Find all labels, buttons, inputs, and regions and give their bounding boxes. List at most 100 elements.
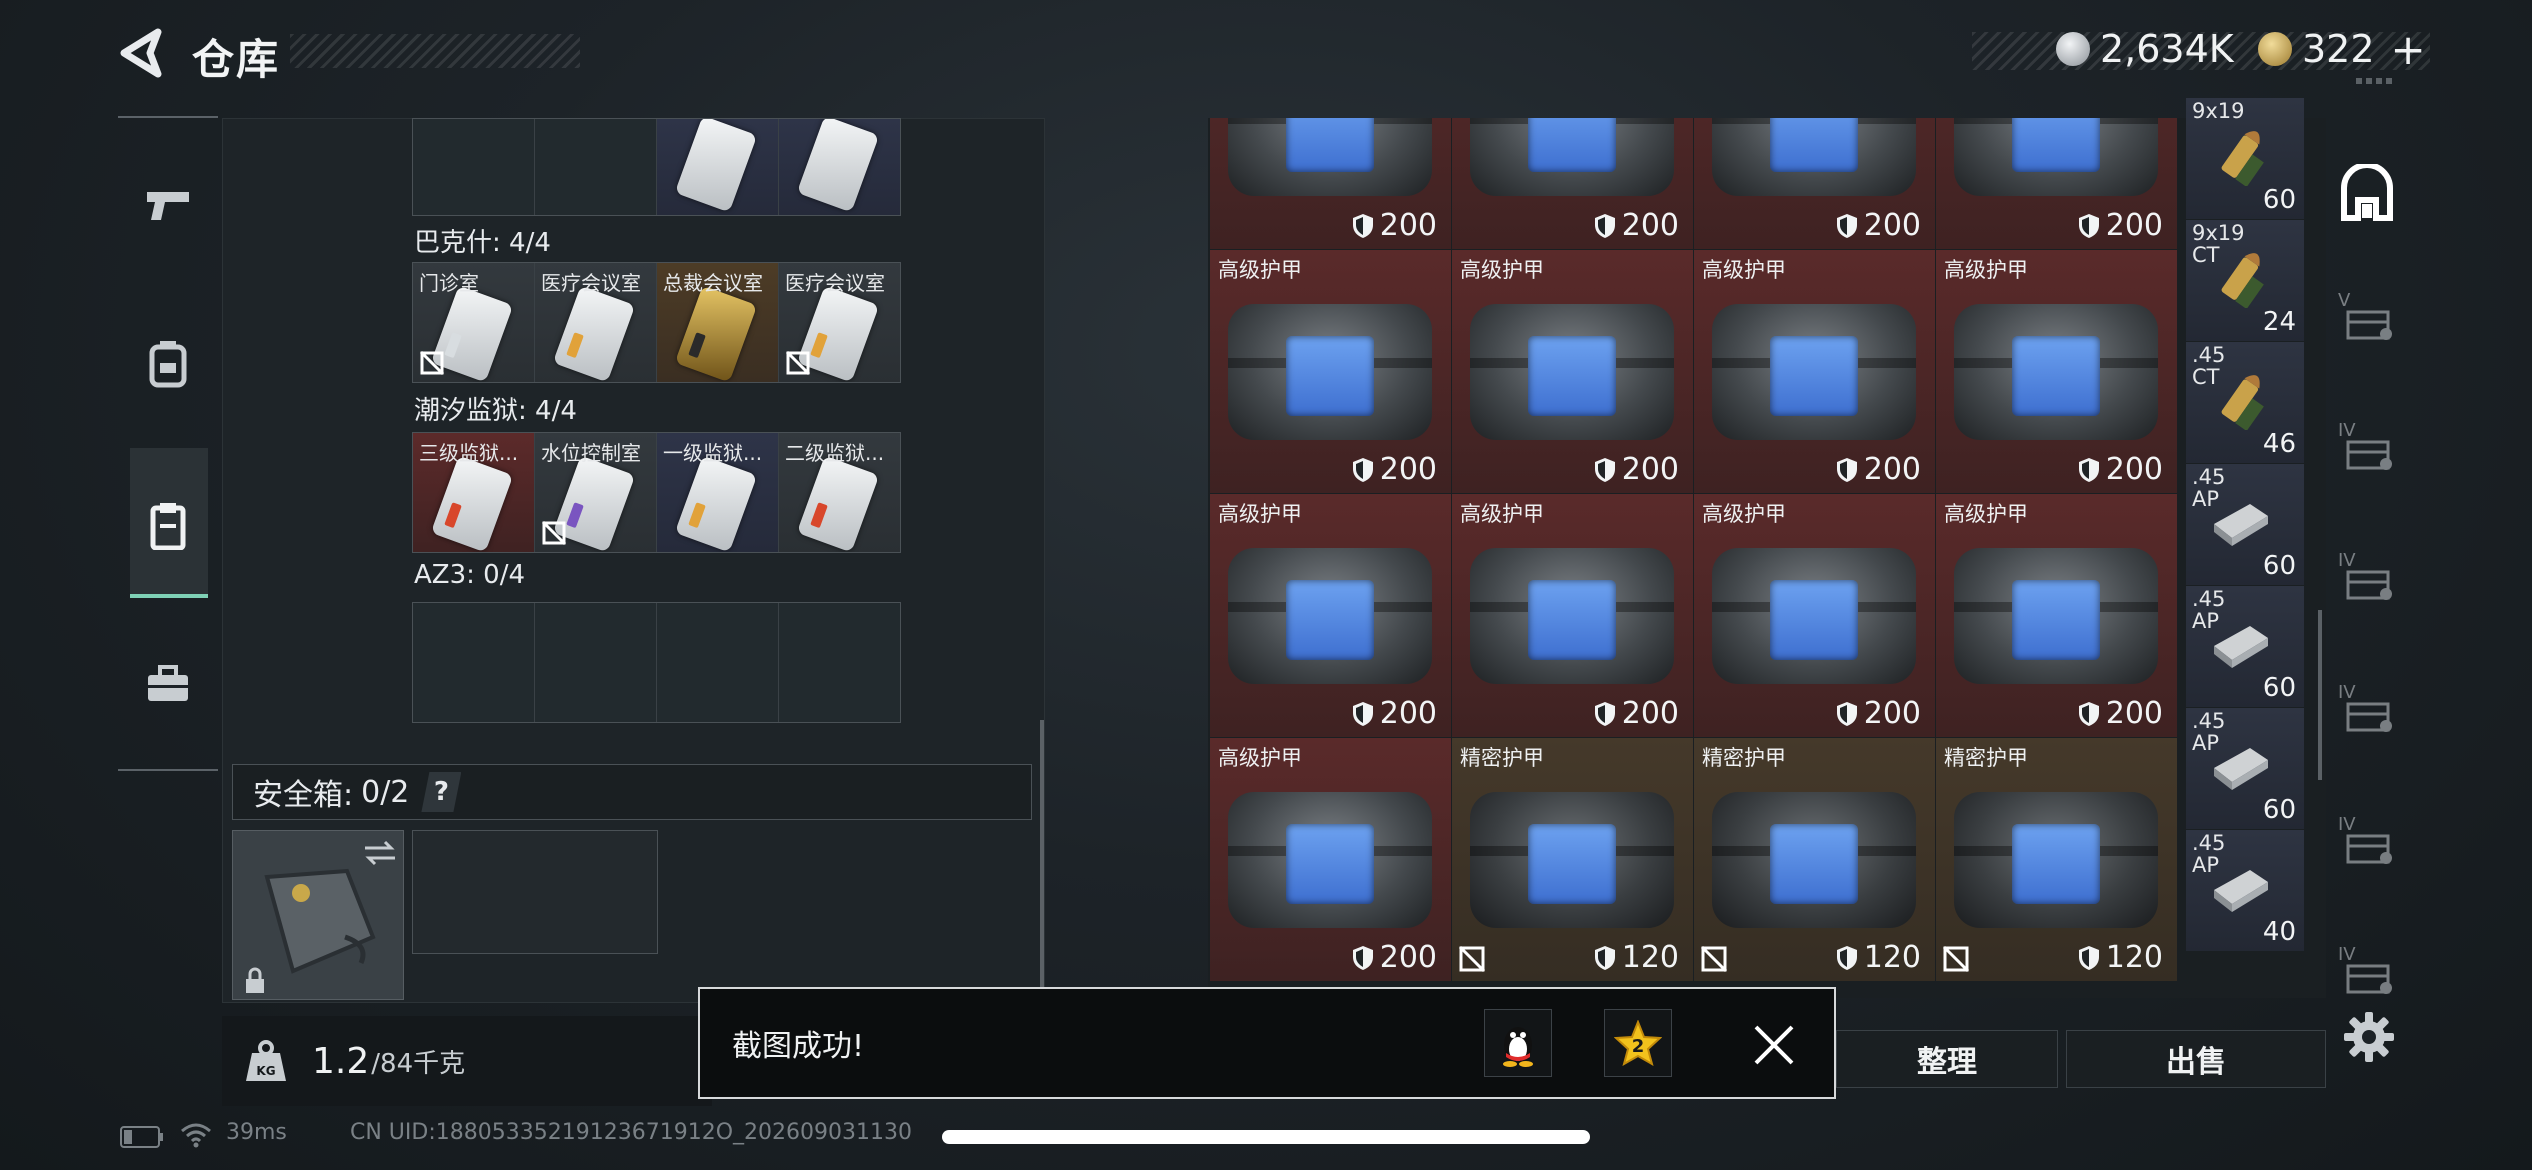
key-slot[interactable]: 水位控制室 xyxy=(535,433,656,552)
no-insure-icon xyxy=(1458,945,1486,973)
armor-bag-icon xyxy=(1228,548,1432,684)
close-icon[interactable] xyxy=(1752,1023,1796,1067)
armor-durability: 200 xyxy=(1352,452,1437,487)
armor-item[interactable]: 高级护甲 200 xyxy=(1936,250,2177,493)
key-slot[interactable] xyxy=(779,119,900,215)
ammo-caliber: 9x19 xyxy=(2192,99,2245,123)
armor-item[interactable]: 高级护甲 200 xyxy=(1210,494,1451,737)
key-slot[interactable]: 总裁会议室 xyxy=(657,263,778,382)
ammo-count: 24 xyxy=(2262,307,2296,337)
key-slot[interactable]: 医疗会议室 xyxy=(779,263,900,382)
storage-tab-2[interactable]: IV xyxy=(2338,420,2398,474)
armor-item[interactable]: 200 xyxy=(1210,118,1451,249)
ammo-box-icon xyxy=(2214,504,2268,546)
key-slot[interactable] xyxy=(535,603,656,722)
settings-gear-icon[interactable] xyxy=(2342,1010,2396,1064)
tab-bar-decoration xyxy=(2356,78,2396,84)
ammo-count: 40 xyxy=(2262,917,2296,947)
keycard-icon xyxy=(552,285,636,382)
key-slot[interactable] xyxy=(779,603,900,722)
durability-shield-icon xyxy=(1352,213,1373,238)
tab-keys[interactable] xyxy=(120,474,216,578)
section-label-az3: AZ3: 0/4 xyxy=(414,560,526,590)
armor-item[interactable]: 精密护甲 120 xyxy=(1452,738,1693,981)
key-slot[interactable] xyxy=(413,119,534,215)
storage-tab-4[interactable]: IV xyxy=(2338,682,2398,736)
storage-tab-6[interactable]: IV xyxy=(2338,944,2398,998)
ammo-count: 46 xyxy=(2262,429,2296,459)
add-currency-button[interactable]: + xyxy=(2391,25,2426,74)
armor-item[interactable]: 高级护甲 200 xyxy=(1452,250,1693,493)
ammo-item[interactable]: .45 AP 60 xyxy=(2186,708,2304,829)
armor-durability: 200 xyxy=(1594,696,1679,731)
back-arrow-icon[interactable] xyxy=(118,28,162,78)
safe-box-slot-empty[interactable] xyxy=(412,830,658,954)
armor-name: 高级护甲 xyxy=(1218,746,1302,770)
bullet-icon xyxy=(2221,131,2264,186)
armor-item[interactable]: 高级护甲 200 xyxy=(1210,250,1451,493)
key-slot[interactable] xyxy=(657,119,778,215)
key-slot[interactable] xyxy=(535,119,656,215)
armor-row: 高级护甲 200 高级护甲 200 高级护甲 200 高级护甲 200 xyxy=(1210,250,2322,493)
gold-coin-icon xyxy=(2258,32,2292,66)
tab-toolbox[interactable] xyxy=(120,632,216,736)
key-slot[interactable]: 一级监狱... xyxy=(657,433,778,552)
storage-tab-1[interactable]: V xyxy=(2338,290,2398,344)
armor-bag-icon xyxy=(1470,792,1674,928)
safe-box-slot[interactable] xyxy=(232,830,404,1000)
tab-weapons[interactable] xyxy=(120,154,216,258)
uid-text: CN UID:18805335219123671912O_20260903113… xyxy=(350,1120,912,1145)
ammo-item[interactable]: 9x19 60 xyxy=(2186,98,2304,219)
armor-item[interactable]: 200 xyxy=(1694,118,1935,249)
durability-shield-icon xyxy=(1352,945,1373,970)
armor-row: 高级护甲 200 精密护甲 120 精密护甲 120 精密护甲 120 xyxy=(1210,738,2322,981)
ammo-item[interactable]: .45 AP 40 xyxy=(2186,830,2304,951)
tab-backpack[interactable] xyxy=(120,312,216,416)
armor-bag-icon xyxy=(1228,304,1432,440)
left-scrollbar[interactable] xyxy=(1040,720,1044,990)
storage-tab-5[interactable]: IV xyxy=(2338,814,2398,868)
stash-main-tab-icon[interactable] xyxy=(2336,164,2398,226)
sort-button[interactable]: 整理 xyxy=(1836,1030,2058,1088)
keycard-icon xyxy=(674,455,758,552)
armor-durability-value: 200 xyxy=(1379,696,1437,731)
armor-item[interactable]: 高级护甲 200 xyxy=(1694,494,1935,737)
swap-icon[interactable] xyxy=(363,839,397,867)
armor-durability: 200 xyxy=(2078,452,2163,487)
storage-tab-3[interactable]: IV xyxy=(2338,550,2398,604)
armor-item[interactable]: 高级护甲 200 xyxy=(1694,250,1935,493)
ammo-item[interactable]: .45 CT 46 xyxy=(2186,342,2304,463)
armor-durability-value: 200 xyxy=(1379,208,1437,243)
key-slot[interactable]: 三级监狱... xyxy=(413,433,534,552)
key-slot[interactable]: 门诊室 xyxy=(413,263,534,382)
ammo-item[interactable]: .45 AP 60 xyxy=(2186,586,2304,707)
sell-button[interactable]: 出售 xyxy=(2066,1030,2326,1088)
armor-durability: 200 xyxy=(1836,208,1921,243)
ammo-item[interactable]: 9x19 CT 24 xyxy=(2186,220,2304,341)
ammo-item[interactable]: .45 AP 60 xyxy=(2186,464,2304,585)
armor-item[interactable]: 200 xyxy=(1452,118,1693,249)
share-qzone-button[interactable]: 2 xyxy=(1604,1009,1672,1077)
armor-bag-icon xyxy=(1470,548,1674,684)
ammo-box-icon xyxy=(2214,870,2268,912)
weight-bar: KG 1.2 /84千克 xyxy=(222,1016,712,1106)
armor-name: 精密护甲 xyxy=(1944,746,2028,770)
armor-item[interactable]: 高级护甲 200 xyxy=(1936,494,2177,737)
armor-item[interactable]: 高级护甲 200 xyxy=(1210,738,1451,981)
armor-item[interactable]: 精密护甲 120 xyxy=(1936,738,2177,981)
armor-item[interactable]: 精密护甲 120 xyxy=(1694,738,1935,981)
share-qq-button[interactable] xyxy=(1484,1009,1552,1077)
home-indicator[interactable] xyxy=(942,1130,1590,1144)
key-slot[interactable] xyxy=(413,603,534,722)
durability-shield-icon xyxy=(1836,701,1857,726)
backpack-icon xyxy=(149,341,187,388)
help-button[interactable]: ? xyxy=(421,772,462,812)
key-slot[interactable]: 二级监狱... xyxy=(779,433,900,552)
weight-icon: KG xyxy=(246,1040,286,1081)
key-slot[interactable]: 医疗会议室 xyxy=(535,263,656,382)
key-slot[interactable] xyxy=(657,603,778,722)
gold-currency[interactable]: 322 + xyxy=(2258,25,2426,74)
keycard-icon xyxy=(796,119,880,213)
battery-icon xyxy=(120,1126,163,1148)
armor-item[interactable]: 高级护甲 200 xyxy=(1452,494,1693,737)
